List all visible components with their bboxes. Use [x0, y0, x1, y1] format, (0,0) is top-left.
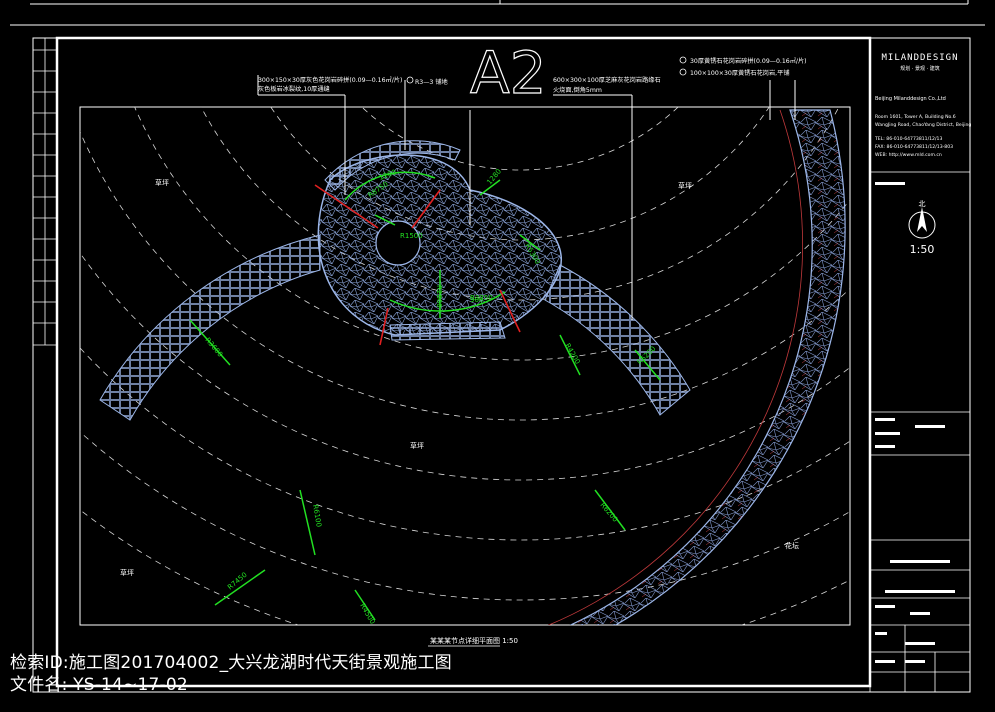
annotation-top-right: 600×300×100厚芝麻灰花岗岩路缘石: [553, 76, 661, 84]
dimension-label: R4200: [563, 342, 581, 366]
dimension-label: R2860: [435, 285, 443, 308]
brick-band-arc-right: [544, 264, 691, 416]
scale-label: 1:50: [910, 243, 935, 256]
address-line: WangJing Road, ChaoYang District, Beijin…: [875, 122, 971, 128]
dimension-label: R1500: [400, 232, 423, 240]
plaza-brick-rim-bottom: [389, 321, 506, 341]
north-arrow-icon: [908, 207, 936, 239]
sheet-label: A2: [470, 39, 547, 107]
dimension-label: R6200: [598, 501, 619, 524]
area-label: 花坛: [785, 541, 799, 550]
outer-paved-path: [569, 109, 846, 625]
brand-name: MILANDDESIGN: [881, 53, 958, 63]
annotation-far-right-2: 100×100×30厚黄锈石花岗岩,平铺: [690, 69, 790, 77]
address-line: FAX: 86-010-64773811/12/13-803: [875, 144, 953, 150]
dimension-label: R3600: [203, 336, 224, 359]
area-label: 草坪: [155, 178, 169, 187]
north-label: 北: [919, 200, 926, 208]
address-line: WEB: http://www.mld.com.cn: [875, 152, 942, 158]
address-line: Room 1601, Tower A, Building No.6: [875, 114, 956, 120]
plan-title: 某某某节点详细平面图 1:50: [430, 636, 518, 645]
dimension-label: R4500: [358, 602, 376, 626]
annotation-top-left-2: 灰色板岩冰裂纹,10厚通缝: [258, 85, 330, 93]
annotation-far-right: 30厚黄锈石花岗岩碎拼(0.09—0.16㎡/片): [690, 57, 807, 65]
brand-subtitle: 规划 · 景观 · 建筑: [900, 65, 940, 72]
caption-filename: 文件名: YS-14~17-02: [10, 675, 188, 695]
area-label: 草坪: [678, 181, 692, 190]
annotation-top-left: 300×150×30厚灰色花岗岩碎拼(0.09—0.16㎡/片): [258, 76, 402, 84]
address-line: TEL: 86-010-64773811/12/13: [874, 136, 942, 142]
area-label: 草坪: [410, 441, 424, 450]
annotation-top-mid: R3—3 铺地: [415, 78, 448, 86]
contour-arc: [270, 107, 770, 241]
dimension-label: 900: [470, 296, 483, 304]
previous-sheet-edge: [10, 0, 985, 26]
company-en: Beijing Milanddesign Co.,Ltd: [875, 96, 946, 102]
dimension-label: R6100: [311, 504, 323, 528]
brick-band-arc: [99, 234, 321, 421]
area-label: 草坪: [120, 568, 134, 577]
tree-pit: [375, 220, 421, 266]
left-revision-strip: [33, 38, 57, 346]
annotation-top-right-2: 火烧面,倒角5mm: [553, 86, 602, 94]
cad-drawing-canvas: R8750R15001280R5300R2860 R3250R3600 R4200 R…: [10, 0, 985, 693]
